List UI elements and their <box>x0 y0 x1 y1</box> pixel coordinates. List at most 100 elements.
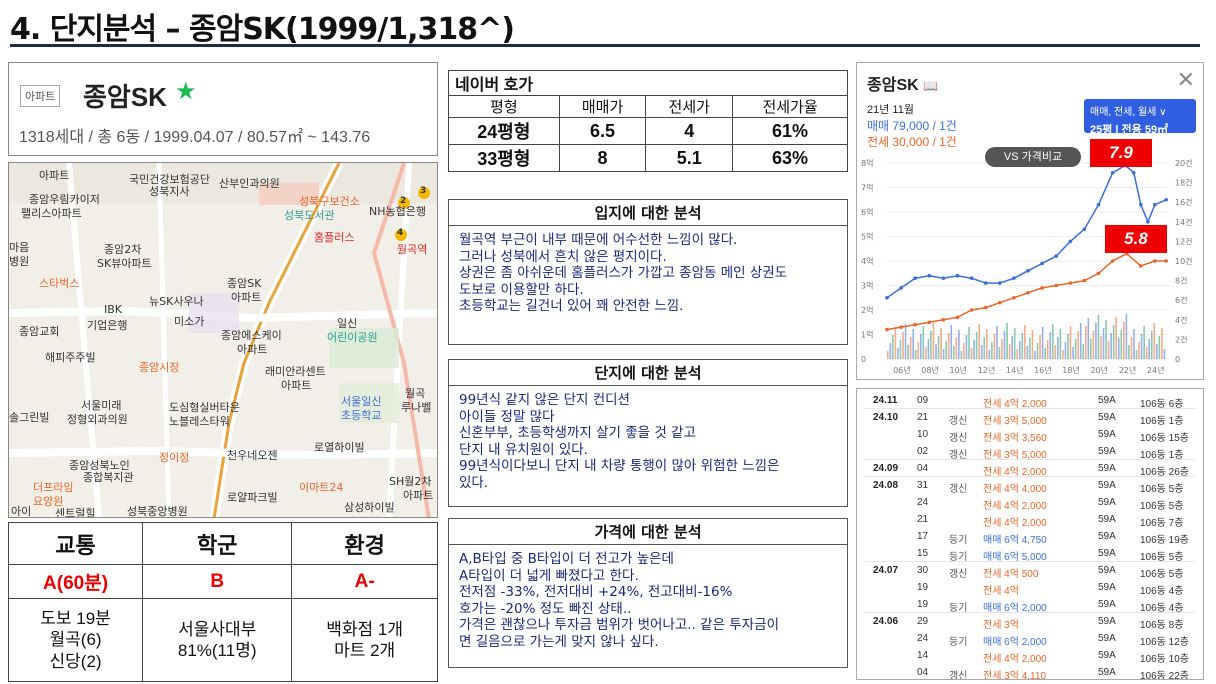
volume-bar <box>1054 345 1057 359</box>
map-label: 센트럴힐 <box>55 507 96 518</box>
volume-bar <box>1039 335 1041 359</box>
price-chart-panel: 0 1억 2억 3억 4억 5억 6억 7억 8억 0 2건 4건 6건 8건 10건 12건 14건 16건 18… <box>856 62 1204 380</box>
volume-bar <box>1163 349 1166 359</box>
location-map[interactable]: 아파트 국민건강보험공단 성북지사 산부인과의원 종암우림카이저 팰리스아파트 … <box>8 162 438 518</box>
price-header: 전세가율 <box>732 95 848 118</box>
volume-bar <box>922 326 925 359</box>
transaction-row[interactable]: 24.11 09 전세 4억 2,000 59A 106동 6층 <box>857 392 1203 410</box>
transaction-area: 59A <box>1098 497 1116 508</box>
apartment-type-badge: 아파트 <box>20 85 61 107</box>
volume-bar <box>1031 330 1034 359</box>
close-icon[interactable]: ✕ <box>1177 67 1195 93</box>
filter-size-label: 25평 | 전용 59㎡ <box>1090 124 1169 136</box>
volume-bar <box>1128 345 1130 359</box>
map-label: 아파트 <box>403 489 434 502</box>
volume-bar <box>887 351 889 359</box>
chart-filter-dropdown[interactable]: 매매, 전세, 월세 ∨ 25평 | 전용 59㎡ <box>1084 99 1196 136</box>
data-point <box>998 281 1002 285</box>
transaction-area: 59A <box>1098 412 1116 423</box>
volume-bar <box>952 346 955 359</box>
chart-trade-summary: 매매 79,000 / 1건 <box>867 119 957 133</box>
map-marker-number[interactable]: 4 <box>397 228 403 238</box>
transaction-row[interactable]: 24 전세 4억 2,000 59A 106동 5층 <box>857 494 1203 512</box>
map-label: 삼성하이빌 <box>344 501 395 514</box>
y-tick-label: 0 <box>861 355 866 364</box>
volume-bar <box>985 329 988 359</box>
data-point <box>913 322 917 327</box>
transaction-row[interactable]: 15 등기 매매 6억 5,000 59A 106동 5층 <box>857 545 1203 563</box>
map-marker-number[interactable]: 3 <box>420 186 426 196</box>
transaction-row[interactable]: 04 갱신 전세 3억 4,110 59A 106동 22층 <box>857 664 1203 680</box>
map-label: 아파트 <box>281 379 312 392</box>
transaction-row[interactable]: 24.07 30 갱신 전세 4억 500 59A 106동 5층 <box>857 562 1203 580</box>
transaction-price: 전세 3억 4,110 <box>983 671 1047 680</box>
grade-header-school: 학군 <box>142 522 293 565</box>
trade-price-badge: 7.9 <box>1090 139 1152 167</box>
transaction-price: 전세 3억 5,000 <box>983 416 1047 427</box>
map-marker-number[interactable]: 2 <box>400 196 406 206</box>
y2-tick-label: 6건 <box>1175 295 1187 305</box>
volume-bar <box>947 333 950 359</box>
transaction-area: 59A <box>1098 650 1116 661</box>
analysis-body: 월곡역 부근이 내부 때문에 어수선한 느낌이 많다. 그러나 성북에서 흔치 … <box>449 226 847 321</box>
page-title: 4. 단지분석 – 종암SK(1999/1,318^) <box>10 12 515 47</box>
volume-bar <box>1024 325 1026 359</box>
transaction-row[interactable]: 02 갱신 전세 3억 5,000 59A 106동 1층 <box>857 443 1203 461</box>
map-label: 아이 <box>11 505 32 518</box>
book-icon[interactable]: 📖 <box>923 79 938 93</box>
detail-line: 백화점 1개 <box>326 619 404 639</box>
transaction-row[interactable]: 24 등기 매매 6억 2,000 59A 106동 12층 <box>857 630 1203 648</box>
volume-bar <box>1072 347 1074 359</box>
analysis-line: 아이들 정말 많다 <box>459 408 555 425</box>
volume-bar <box>894 327 897 359</box>
y2-tick-label: 0 <box>1175 355 1180 364</box>
transaction-floor: 106동 10층 <box>1140 654 1189 665</box>
transaction-price: 전세 4억 2,000 <box>983 654 1047 665</box>
volume-bar <box>932 323 935 359</box>
volume-bar <box>1041 327 1044 359</box>
volume-bar <box>1097 315 1100 359</box>
transaction-price: 전세 4억 2,000 <box>983 518 1047 529</box>
volume-bar <box>914 350 917 359</box>
favorite-star-icon[interactable]: ★ <box>175 77 197 106</box>
detail-line: 81%(11명) <box>177 641 257 660</box>
transaction-row[interactable]: 24.10 21 갱신 전세 3억 5,000 59A 106동 1층 <box>857 409 1203 427</box>
map-label: 아파트 <box>231 291 262 304</box>
data-point <box>913 276 917 280</box>
transaction-row[interactable]: 21 전세 4억 2,000 59A 106동 7층 <box>857 511 1203 529</box>
transaction-day: 19 <box>917 582 929 593</box>
map-label: 기업은행 <box>87 319 128 332</box>
transaction-row[interactable]: 10 갱신 전세 3억 3,560 59A 106동 15층 <box>857 426 1203 444</box>
transaction-day: 24 <box>917 633 929 644</box>
price-cell: 24평형 <box>448 117 560 145</box>
transaction-list[interactable]: 24.11 09 전세 4억 2,000 59A 106동 6층 24.10 21 갱신 전세 … <box>856 388 1204 680</box>
transaction-row[interactable]: 24.09 04 전세 4억 2,000 59A 106동 26층 <box>857 460 1203 478</box>
transaction-row[interactable]: 24.08 31 갱신 전세 4억 4,000 59A 106동 5층 <box>857 477 1203 495</box>
volume-bar <box>1135 350 1138 359</box>
transaction-day: 02 <box>917 446 929 457</box>
transaction-row[interactable]: 14 전세 4억 2,000 59A 106동 10층 <box>857 647 1203 665</box>
transaction-row[interactable]: 17 등기 매매 6억 4,750 59A 106동 19층 <box>857 528 1203 546</box>
map-label: 초등학교 <box>341 409 382 422</box>
y2-tick-label: 18건 <box>1175 178 1193 188</box>
volume-bar <box>978 324 980 359</box>
chart-panel-title: 종암SK 📖 <box>867 71 938 95</box>
price-compare-button[interactable]: VS 가격비교 <box>985 147 1081 167</box>
map-label: 성북구보건소 <box>299 195 360 208</box>
transaction-row[interactable]: 19 전세 4억 59A 106동 4층 <box>857 579 1203 597</box>
analysis-line: A타입이 더 넓게 빠졌다고 한다. <box>459 567 639 584</box>
data-point <box>1026 269 1030 273</box>
transaction-floor: 106동 22층 <box>1140 671 1189 680</box>
data-point <box>1153 202 1157 207</box>
transaction-month: 24.08 <box>873 480 899 491</box>
transaction-row[interactable]: 24.06 29 전세 3억 59A 106동 8층 <box>857 613 1203 631</box>
volume-bar <box>1026 346 1029 359</box>
volume-bar <box>1008 344 1011 359</box>
volume-bar <box>912 329 914 359</box>
volume-bar <box>1090 339 1092 359</box>
transaction-day: 21 <box>917 412 929 423</box>
volume-bar <box>1064 342 1067 359</box>
chart-jeonse-summary: 전세 30,000 / 1건 <box>867 135 957 149</box>
transaction-row[interactable]: 19 등기 매매 6억 2,000 59A 106동 4층 <box>857 596 1203 614</box>
transaction-price: 매매 6억 4,750 <box>983 535 1047 546</box>
